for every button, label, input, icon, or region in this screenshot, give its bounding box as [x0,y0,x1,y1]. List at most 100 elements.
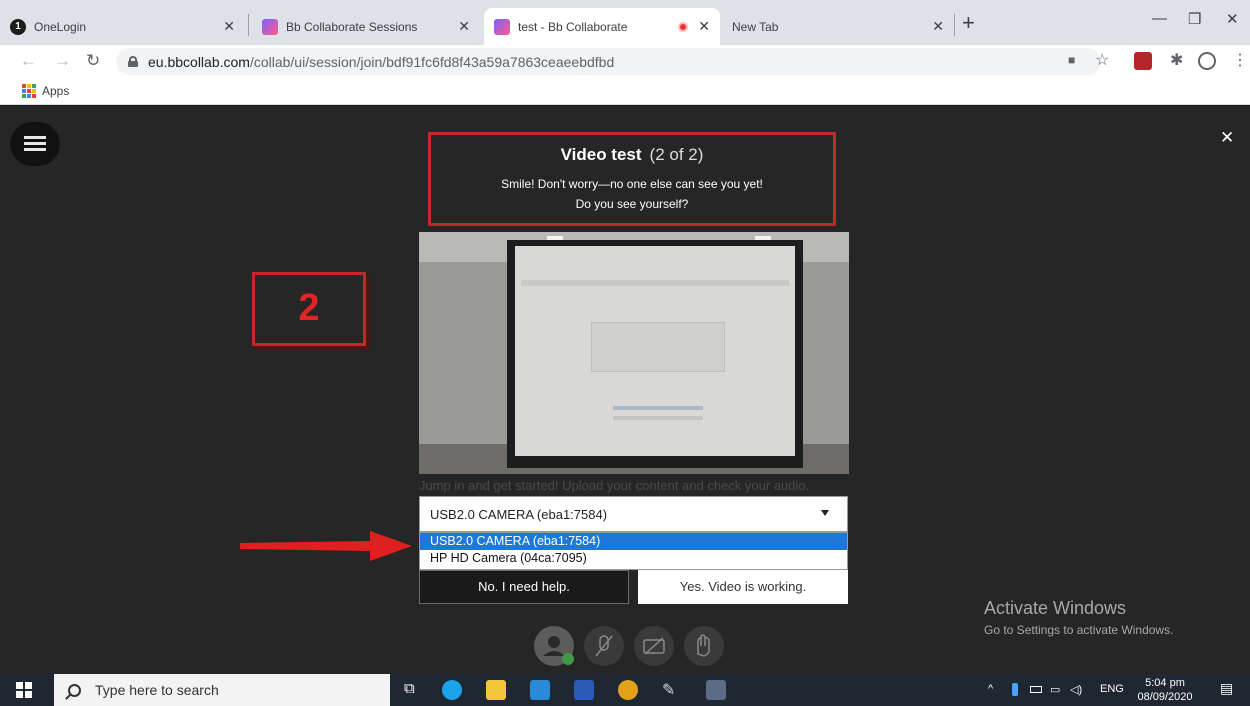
need-help-button[interactable]: No. I need help. [419,570,629,604]
avatar[interactable] [534,626,574,666]
taskbar-search-box[interactable]: Type here to search [54,674,390,706]
forward-icon[interactable]: → [54,51,71,71]
tray-chevron-up-icon[interactable]: ^ [988,683,993,695]
activate-title: Activate Windows [984,598,1127,618]
chrome-icon[interactable] [618,680,638,700]
tab-test-bb-collaborate[interactable]: test - Bb Collaborate ✕ [484,8,720,45]
tab-title: New Tab [732,19,779,34]
volume-icon[interactable]: ◁) [1070,683,1082,696]
close-dialog-icon[interactable]: ✕ [1220,128,1234,148]
camera-select[interactable]: USB2.0 CAMERA (eba1:7584) [419,496,848,532]
tab-onelogin[interactable]: 1 OneLogin ✕ [0,8,245,45]
language-indicator[interactable]: ENG [1100,683,1124,695]
collaborate-icon [262,18,278,35]
tab-close-icon[interactable]: ✕ [698,18,710,35]
task-view-icon[interactable]: ⧉ [404,680,415,697]
word-icon[interactable] [574,680,594,700]
tab-title: test - Bb Collaborate [518,19,628,34]
taskbar-clock[interactable]: 5:04 pm 08/09/2020 [1132,676,1198,704]
camera-option-hp[interactable]: HP HD Camera (04ca:7095) [420,550,847,567]
restore-icon[interactable]: ❐ [1188,10,1201,28]
address-bar[interactable]: eu.bbcollab.com/collab/ui/session/join/b… [116,48,1101,75]
edge-icon[interactable] [442,680,462,700]
mail-icon[interactable] [530,680,550,700]
browser-toolbar: ← → ↻ eu.bbcollab.com/collab/ui/session/… [0,45,1250,77]
dialog-step: (2 of 2) [649,145,704,164]
menu-bar [24,142,46,145]
battery-icon[interactable] [1030,686,1042,693]
collaborate-icon [494,18,510,35]
apps-grid-icon [22,83,36,98]
camera-preview [419,232,849,474]
bookmark-apps[interactable]: Apps [42,84,69,98]
menu-bar [24,136,46,139]
tab-divider [954,14,955,36]
annotation-arrow-icon [240,531,412,561]
camera-off-icon [643,637,665,655]
minimize-icon[interactable]: — [1152,10,1167,27]
back-icon[interactable]: ← [20,51,37,71]
paint-icon[interactable]: ✎ [662,680,682,700]
tab-title: Bb Collaborate Sessions [286,19,418,34]
dialog-message-2: Do you see yourself? [575,197,689,211]
windows-taskbar: Type here to search ⧉ ✎ ^ ▭ ◁) ENG 5:04 … [0,674,1250,706]
collaborate-session-area: ✕ Video test (2 of 2) Smile! Don't worry—… [0,106,1250,674]
recording-indicator-icon [678,21,689,32]
projected-toolbar [521,280,789,286]
tab-close-icon[interactable]: ✕ [458,18,470,35]
reload-icon[interactable]: ↻ [86,51,100,71]
clock-time: 5:04 pm [1145,677,1185,689]
bookmarks-bar: Apps [0,77,1250,105]
user-avatar-icon [543,636,574,665]
camera-select-value: USB2.0 CAMERA (eba1:7584) [430,506,608,522]
network-icon[interactable]: ▭ [1050,683,1060,696]
activate-subtitle: Go to Settings to activate Windows. [984,623,1174,637]
annotation-step-number: 2 [252,272,366,346]
projected-dialog [591,322,725,372]
chevron-down-icon [821,510,829,516]
raise-hand-toggle[interactable] [684,626,724,666]
microphone-off-icon [595,635,613,657]
windows-activation-watermark: Activate Windows Go to Settings to activ… [984,598,1173,637]
video-test-header: Video test (2 of 2) Smile! Don't worry—no… [428,132,836,226]
tab-bb-collaborate-sessions[interactable]: Bb Collaborate Sessions ✕ [252,8,480,45]
tab-close-icon[interactable]: ✕ [223,18,235,35]
projected-row [613,416,703,420]
lock-icon [128,56,138,67]
url-domain: eu.bbcollab.com [148,53,250,70]
raise-hand-icon [697,634,710,657]
session-menu-button[interactable] [10,122,60,166]
camera-in-use-icon[interactable]: ■ [1068,53,1075,67]
search-placeholder: Type here to search [95,682,219,698]
tab-new-tab[interactable]: New Tab ✕ [722,8,954,45]
browser-tab-strip: 1 OneLogin ✕ Bb Collaborate Sessions ✕ t… [0,0,1250,45]
bookmark-star-icon[interactable]: ☆ [1095,50,1109,70]
calculator-icon[interactable] [706,680,726,700]
tab-title: OneLogin [34,19,87,34]
projector-screen [507,240,803,468]
microphone-toggle[interactable] [584,626,624,666]
url-path: /collab/ui/session/join/bdf91fc6fd8f43a5… [249,53,615,70]
tray-microphone-icon[interactable] [1012,683,1018,696]
camera-option-usb[interactable]: USB2.0 CAMERA (eba1:7584) [420,533,847,550]
extensions-puzzle-icon[interactable]: ✱ [1170,50,1183,70]
tab-close-icon[interactable]: ✕ [932,18,944,35]
dialog-title: Video test (2 of 2) [431,145,833,165]
dialog-title-text: Video test [560,145,642,164]
profile-icon[interactable] [1198,52,1216,70]
more-menu-icon[interactable]: ⋮ [1232,50,1248,70]
extension-shield-icon[interactable] [1134,52,1152,70]
camera-toggle[interactable] [634,626,674,666]
close-icon[interactable]: ✕ [1226,10,1239,28]
dialog-message-1: Smile! Don't worry—no one else can see y… [501,177,763,191]
plus-icon[interactable]: + [962,10,975,36]
tab-divider [248,14,249,36]
clock-date: 08/09/2020 [1137,691,1193,703]
projected-image [515,246,795,456]
background-hint-text: Jump in and get started! Upload your con… [419,478,810,493]
menu-bar [24,148,46,151]
video-working-button[interactable]: Yes. Video is working. [638,570,848,604]
notifications-icon[interactable]: ▤ [1220,680,1233,697]
windows-start-icon[interactable] [16,682,32,698]
file-explorer-icon[interactable] [486,680,506,700]
